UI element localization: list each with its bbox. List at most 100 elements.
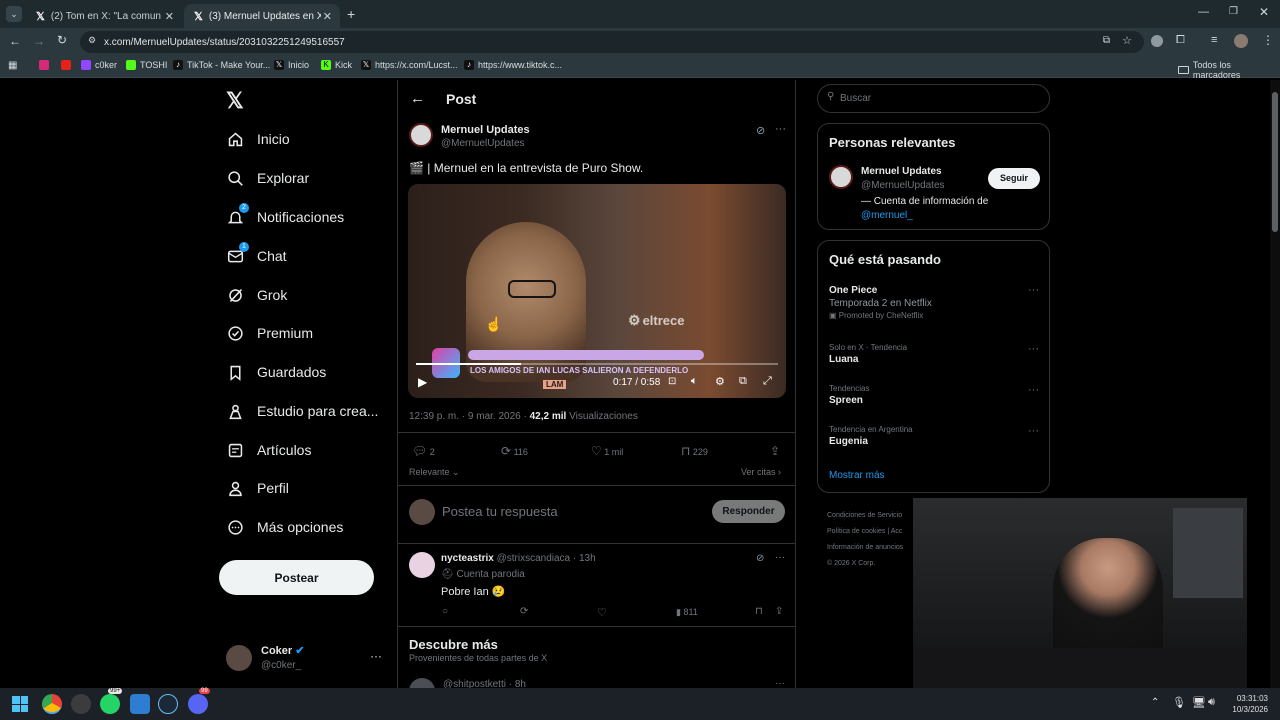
bookmark-c0ker[interactable]: c0ker (81, 60, 117, 70)
responder-button[interactable]: Responder (712, 500, 785, 523)
instagram-bookmark[interactable] (39, 60, 53, 70)
reply-avatar[interactable] (409, 552, 435, 578)
grok-post-icon[interactable]: ⊘ (756, 124, 765, 137)
minimize-button[interactable]: — (1198, 6, 1209, 18)
windows-start-icon[interactable] (12, 696, 28, 712)
profile-avatar[interactable] (1234, 34, 1248, 48)
footer-cookies[interactable]: Política de cookies (827, 528, 885, 535)
menu-icon[interactable]: ⋮ (1262, 33, 1274, 47)
footer-ads[interactable]: Información de anuncios (827, 540, 917, 556)
account-more-icon[interactable]: ··· (370, 649, 382, 663)
new-tab-button[interactable]: + (347, 6, 355, 22)
author-handle[interactable]: @MernuelUpdates (441, 138, 525, 149)
person-name[interactable]: Mernuel Updates (861, 166, 942, 177)
person-handle[interactable]: @MernuelUpdates (861, 180, 945, 191)
x-logo[interactable]: 𝕏 (226, 88, 244, 114)
chrome-icon[interactable] (42, 694, 62, 714)
nav-guardados[interactable]: Guardados (226, 360, 326, 384)
nav-explorar[interactable]: Explorar (226, 166, 309, 190)
app-icon[interactable] (130, 694, 150, 714)
install-icon[interactable]: ⧉ (1103, 35, 1110, 46)
media-icon[interactable]: ≡ (1211, 34, 1217, 46)
person-bio-link[interactable]: @mernuel_ (861, 210, 913, 221)
microphone-icon[interactable]: 🎙︎ (1172, 696, 1186, 709)
volume-tray-icon[interactable]: 🔊︎ (1208, 696, 1215, 709)
reply-more-icon[interactable]: ··· (775, 552, 785, 563)
share-icon[interactable]: ⇪ (770, 444, 780, 458)
back-icon[interactable]: ← (9, 34, 21, 48)
repost-action[interactable]: ⟳ 116 (501, 444, 528, 458)
reload-icon[interactable]: ↻ (57, 33, 67, 47)
pip-icon[interactable]: ⧉ (739, 375, 747, 388)
steam-icon[interactable] (158, 694, 178, 714)
close-tab-icon[interactable]: ✕ (165, 10, 174, 23)
footer-terms[interactable]: Condiciones de Servicio (827, 508, 917, 524)
trend-item[interactable]: Tendencia en Argentina Eugenia (829, 425, 1039, 447)
video-progress-track[interactable] (416, 363, 778, 365)
reply-reply-icon[interactable]: ○ (442, 606, 448, 617)
bookmark-action[interactable]: ⊓ 229 (681, 444, 708, 458)
reply-grok-icon[interactable]: ⊘ (756, 553, 764, 564)
trend-more-icon[interactable]: ··· (1028, 384, 1039, 396)
reply-repost-icon[interactable]: ⟳ (520, 606, 528, 617)
nav-grok[interactable]: Grok (226, 283, 287, 307)
nav-premium[interactable]: Premium (226, 321, 313, 345)
nav-estudio[interactable]: Estudio para crea... (226, 399, 378, 423)
trend-more-icon[interactable]: ··· (1028, 425, 1039, 437)
extension-icon[interactable] (1151, 35, 1163, 47)
trend-item[interactable]: Solo en X · Tendencia Luana (829, 343, 1039, 365)
post-more-icon[interactable]: ··· (775, 123, 786, 135)
nav-notificaciones[interactable]: 2 Notificaciones (226, 203, 344, 229)
reply-like-icon[interactable]: ♡ (597, 606, 607, 619)
sort-dropdown[interactable]: Relevante ⌄ (409, 467, 460, 478)
postear-button[interactable]: Postear (219, 560, 374, 595)
bookmark-inicio[interactable]: 𝕏 Inicio (274, 60, 309, 70)
bookmark-x-lucst[interactable]: 𝕏https://x.com/Lucst... (361, 60, 458, 70)
volume-icon[interactable]: 🔈︎ (691, 375, 698, 388)
reply-share-icon[interactable]: ⇪ (775, 606, 783, 617)
fullscreen-icon[interactable]: ⤢ (763, 375, 772, 388)
trend-item[interactable]: One Piece Temporada 2 en Netflix ▣ Promo… (829, 285, 1039, 320)
nav-articulos[interactable]: Artículos (226, 438, 311, 462)
show-more-link[interactable]: Mostrar más (829, 470, 885, 481)
author-avatar[interactable] (409, 123, 433, 147)
youtube-bookmark[interactable] (61, 60, 75, 70)
follow-button[interactable]: Seguir (988, 168, 1040, 189)
footer-accessibility[interactable]: Acc (891, 528, 903, 535)
browser-tab-1[interactable]: 𝕏 (2) Tom en X: "La comunidad a ✕ (26, 4, 182, 28)
trend-more-icon[interactable]: ··· (1028, 284, 1039, 296)
reply-action[interactable]: 💬︎ 2 (412, 444, 435, 458)
bookmark-star-icon[interactable]: ☆ (1122, 34, 1132, 47)
clock[interactable]: 03:31:03 10/3/2026 (1228, 693, 1268, 715)
reply-bookmark-icon[interactable]: ⊓ (755, 606, 763, 617)
captions-icon[interactable]: ⊡ (668, 376, 676, 387)
restore-button[interactable]: ❐ (1229, 6, 1238, 17)
search-box[interactable]: ⚲ Buscar (817, 84, 1050, 113)
obs-icon[interactable] (71, 694, 91, 714)
site-info-icon[interactable]: ⚙ (88, 35, 96, 46)
browser-tab-2[interactable]: 𝕏 (3) Mernuel Updates en X: " ✕ (184, 4, 340, 28)
discord-icon[interactable]: 99 (188, 688, 210, 714)
network-icon[interactable]: 🖥︎ (1192, 696, 1206, 709)
reply-views[interactable]: ▮ 811 (676, 607, 698, 618)
account-switcher[interactable]: Coker ✔ @c0ker_ ··· (226, 643, 386, 675)
video-player[interactable]: ⚙ eltrece LOS AMIGOS DE IAN LUCAS SALIERO… (408, 184, 786, 398)
close-window-button[interactable]: ✕ (1259, 5, 1269, 19)
author-name[interactable]: Mernuel Updates (441, 124, 530, 136)
tab-search-button[interactable]: ⌄ (6, 6, 22, 22)
like-action[interactable]: ♡ 1 mil (591, 444, 623, 458)
play-icon[interactable]: ▶ (418, 375, 427, 389)
whatsapp-icon[interactable]: 99+ (100, 688, 123, 714)
bookmark-tiktok[interactable]: ♪ TikTok - Make Your... (173, 60, 270, 70)
back-arrow-icon[interactable]: ← (410, 90, 425, 107)
apps-icon[interactable]: ▦ (8, 60, 17, 71)
person-avatar[interactable] (829, 165, 853, 189)
address-bar[interactable]: ⚙ x.com/MernuelUpdates/status/2031032251… (80, 31, 1144, 53)
nav-perfil[interactable]: Perfil (226, 476, 289, 500)
nav-mas-opciones[interactable]: Más opciones (226, 515, 343, 539)
puzzle-icon[interactable]: ⧠ (1176, 34, 1185, 47)
bookmark-tiktok-url[interactable]: ♪ https://www.tiktok.c... (464, 60, 562, 70)
nav-chat[interactable]: 1 Chat (226, 242, 287, 268)
nav-inicio[interactable]: Inicio (226, 127, 290, 151)
settings-icon[interactable]: ⚙ (715, 375, 725, 388)
